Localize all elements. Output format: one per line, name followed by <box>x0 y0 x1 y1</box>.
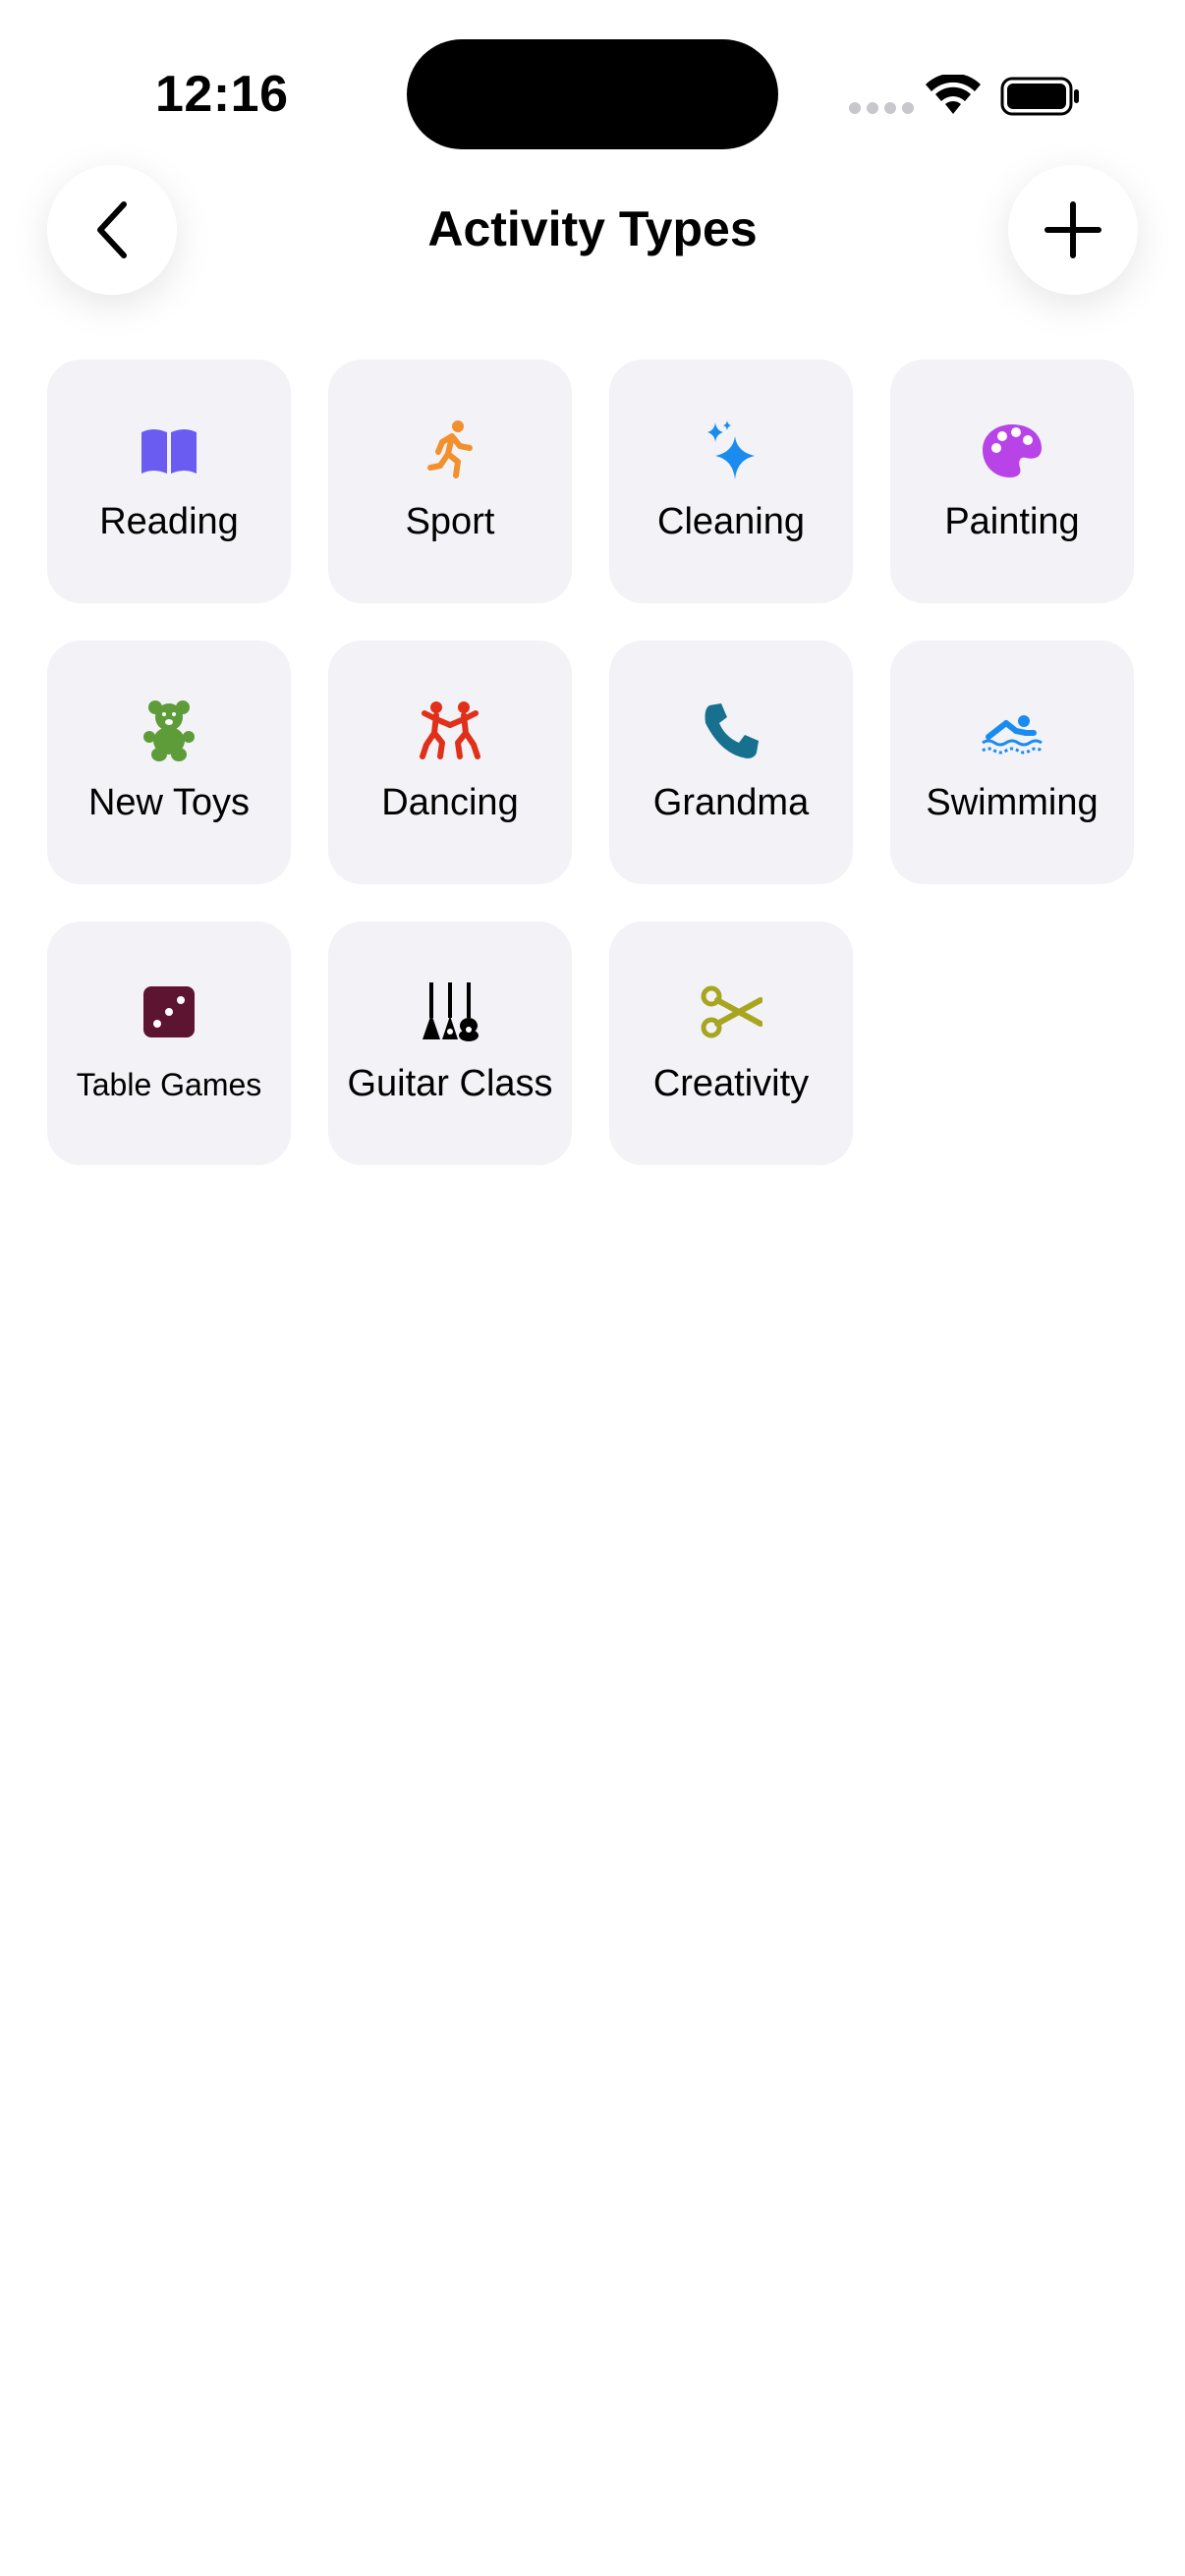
activity-label: Guitar Class <box>347 1063 553 1104</box>
wifi-icon <box>926 75 981 114</box>
activity-tile-dancing[interactable]: Dancing <box>328 641 572 884</box>
activity-label: Table Games <box>76 1067 262 1102</box>
phone-icon <box>700 700 762 762</box>
activity-label: Creativity <box>652 1063 810 1104</box>
dynamic-island <box>407 39 778 149</box>
activity-label: Painting <box>944 501 1080 542</box>
teddy-bear-icon <box>138 700 200 762</box>
cellular-signal-icon <box>849 102 914 114</box>
die-icon <box>138 980 200 1043</box>
battery-icon <box>1000 77 1079 116</box>
running-figure-icon <box>419 419 481 481</box>
activity-types-grid: Reading Sport Cleaning Painting New Toys… <box>47 360 1138 1165</box>
activity-label: New Toys <box>87 782 251 823</box>
activity-tile-cleaning[interactable]: Cleaning <box>609 360 853 603</box>
scissors-icon <box>700 980 762 1043</box>
activity-label: Sport <box>405 501 495 542</box>
palette-icon <box>981 419 1044 481</box>
book-icon <box>138 419 200 481</box>
status-time: 12:16 <box>155 66 289 123</box>
activity-tile-reading[interactable]: Reading <box>47 360 291 603</box>
activity-label: Dancing <box>381 782 519 823</box>
activity-types-screen: 12:16 Activity Types Reading Sport Clean… <box>0 0 1185 2576</box>
dancing-figures-icon <box>419 700 481 762</box>
plus-icon <box>1044 201 1101 258</box>
activity-label: Cleaning <box>657 501 805 542</box>
activity-tile-new-toys[interactable]: New Toys <box>47 641 291 884</box>
activity-tile-swimming[interactable]: Swimming <box>890 641 1134 884</box>
activity-tile-grandma[interactable]: Grandma <box>609 641 853 884</box>
activity-label: Grandma <box>652 782 810 823</box>
activity-tile-creativity[interactable]: Creativity <box>609 922 853 1165</box>
activity-tile-table-games[interactable]: Table Games <box>47 922 291 1165</box>
activity-label: Swimming <box>926 782 1099 823</box>
guitars-icon <box>419 980 481 1043</box>
activity-tile-guitar-class[interactable]: Guitar Class <box>328 922 572 1165</box>
activity-tile-sport[interactable]: Sport <box>328 360 572 603</box>
activity-label: Reading <box>99 501 239 542</box>
swimmer-icon <box>981 700 1044 762</box>
activity-tile-painting[interactable]: Painting <box>890 360 1134 603</box>
add-activity-type-button[interactable] <box>1008 165 1138 295</box>
sparkles-icon <box>700 419 762 481</box>
